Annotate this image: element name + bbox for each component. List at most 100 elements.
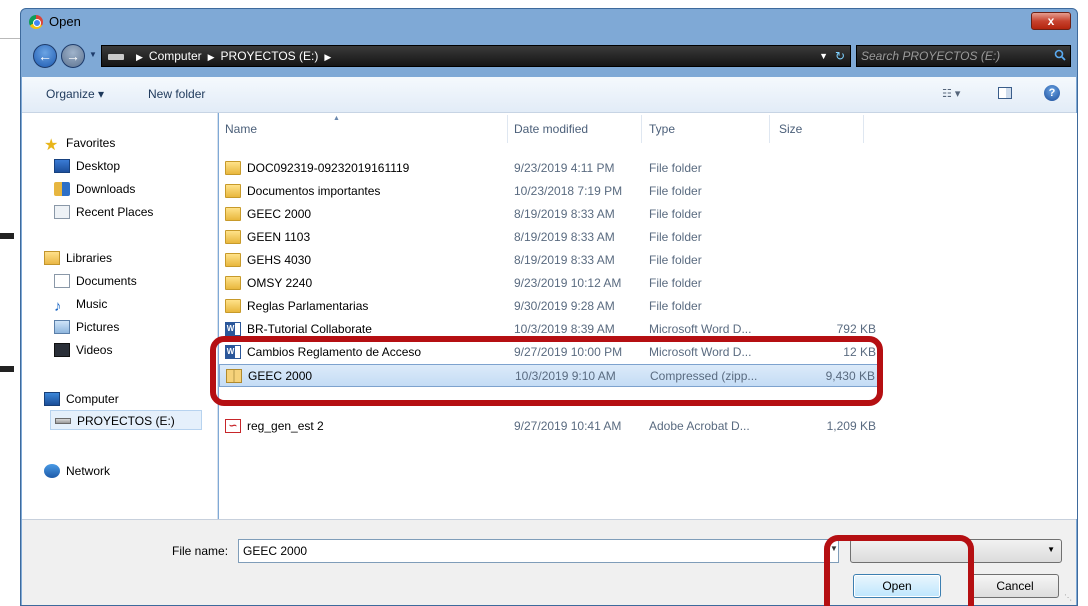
sidebar-item-recent-places[interactable]: Recent Places [54,202,153,222]
background-mark [0,366,14,372]
folder-icon [225,161,241,175]
file-name-field[interactable] [238,539,839,563]
file-list: ▲ Name Date modified Type Size DOC092319… [219,113,1077,519]
breadcrumb-drive[interactable]: PROYECTOS (E:) [221,49,319,63]
downloads-icon [54,182,70,196]
file-type-select[interactable]: ▼ [850,539,1062,563]
sidebar-item-proyectos-drive[interactable]: PROYECTOS (E:) [50,410,202,430]
pdf-icon: ∽ [225,419,241,433]
resize-grip-icon[interactable]: ⋱ [1064,593,1074,603]
sidebar-item-favorites[interactable]: ★ Favorites [44,133,116,154]
navigation-pane: ★ Favorites Desktop Downloads Recent Plac… [22,113,218,519]
change-view-icon[interactable]: ☷ ▾ [942,87,960,100]
sidebar-item-pictures[interactable]: Pictures [54,317,119,337]
dialog-title: Open [49,14,81,29]
open-button[interactable]: Open [853,574,941,598]
breadcrumb-separator-icon: ▶ [136,52,143,62]
sidebar-item-videos[interactable]: Videos [54,340,112,360]
file-row[interactable]: DOC092319-09232019161119 9/23/2019 4:11 … [219,157,879,180]
column-header-name[interactable]: Name [225,122,257,152]
file-name: DOC092319-09232019161119 [247,161,410,175]
cancel-button[interactable]: Cancel [971,574,1059,598]
address-dropdown-icon[interactable]: ▼ [819,46,828,66]
file-size: 9,430 KB [825,369,875,383]
file-date: 9/27/2019 10:41 AM [514,419,622,433]
search-input[interactable] [861,48,1041,64]
file-row[interactable]: BR-Tutorial Collaborate 10/3/2019 8:39 A… [219,318,879,341]
column-divider[interactable] [863,115,864,143]
sidebar-item-label: Computer [66,392,119,406]
breadcrumb-separator-icon[interactable]: ▶ [324,52,331,62]
new-folder-button[interactable]: New folder [148,87,205,101]
search-icon[interactable] [1054,49,1066,61]
file-row[interactable]: Reglas Parlamentarias 9/30/2019 9:28 AM … [219,295,879,318]
sidebar-item-label: Network [66,464,111,478]
file-type: File folder [649,230,702,244]
sidebar-item-documents[interactable]: Documents [54,271,137,291]
help-icon[interactable]: ? [1044,85,1060,101]
file-row[interactable]: GEEN 1103 8/19/2019 8:33 AM File folder [219,226,879,249]
sidebar-item-libraries[interactable]: Libraries [44,248,112,268]
file-size: 1,209 KB [826,419,876,433]
column-divider[interactable] [641,115,642,143]
sidebar-item-network[interactable]: Network [44,461,110,481]
back-button[interactable]: ← [33,44,57,68]
file-row[interactable]: ∽ reg_gen_est 2 9/27/2019 10:41 AM Adobe… [219,415,879,438]
file-size: 12 KB [843,345,876,359]
sidebar-item-label: Downloads [76,182,136,196]
sidebar-item-label: Favorites [66,136,116,150]
forward-button[interactable]: → [61,44,85,68]
file-row[interactable]: Cambios Reglamento de Acceso 9/27/2019 1… [219,341,879,364]
open-file-dialog: Open x ← → ▼ ▶ Computer ▶ PROYECTOS (E:) ▶ ▼… [20,8,1078,606]
sidebar-item-downloads[interactable]: Downloads [54,179,135,199]
sidebar-item-label: Music [76,297,108,311]
pictures-icon [54,320,70,334]
folder-icon [225,299,241,313]
column-header-size[interactable]: Size [779,122,802,152]
file-type: File folder [649,207,702,221]
file-size: 792 KB [836,322,876,336]
sidebar-item-computer[interactable]: Computer [44,389,119,409]
word-doc-icon [225,345,241,359]
file-name: Reglas Parlamentarias [247,299,369,313]
column-header-date[interactable]: Date modified [514,122,588,152]
file-row[interactable]: GEHS 4030 8/19/2019 8:33 AM File folder [219,249,879,272]
search-box [856,45,1071,67]
file-row[interactable]: GEEC 2000 8/19/2019 8:33 AM File folder [219,203,879,226]
column-divider[interactable] [507,115,508,143]
column-header-type[interactable]: Type [649,122,675,152]
file-row-selected[interactable]: GEEC 2000 10/3/2019 9:10 AM Compressed (… [219,364,879,387]
file-date: 9/23/2019 4:11 PM [514,161,615,175]
libraries-icon [44,251,60,265]
refresh-icon[interactable]: ↻ [832,48,848,64]
folder-icon [225,276,241,290]
music-icon: ♪ [54,298,62,315]
organize-button[interactable]: Organize ▾ [46,87,104,101]
folder-icon [225,230,241,244]
file-type: File folder [649,276,702,290]
breadcrumb-separator-icon: ▶ [207,52,215,62]
file-date: 9/30/2019 9:28 AM [514,299,615,313]
recent-locations-dropdown-icon[interactable]: ▼ [89,50,99,60]
file-row[interactable]: OMSY 2240 9/23/2019 10:12 AM File folder [219,272,879,295]
preview-pane-icon[interactable] [998,87,1012,99]
file-type: Microsoft Word D... [649,322,752,336]
file-type: Adobe Acrobat D... [649,419,750,433]
command-toolbar: Organize ▾ New folder ☷ ▾ ? [22,77,1076,113]
sidebar-item-music[interactable]: ♪ Music [54,294,107,314]
word-doc-icon [225,322,241,336]
file-date: 10/3/2019 8:39 AM [514,322,615,336]
file-row[interactable]: Documentos importantes 10/23/2018 7:19 P… [219,180,879,203]
sort-ascending-icon: ▲ [333,115,340,122]
breadcrumb-computer[interactable]: Computer [149,49,202,63]
sidebar-item-desktop[interactable]: Desktop [54,156,120,176]
file-name-dropdown-icon[interactable]: ▼ [830,544,838,553]
file-name: GEEC 2000 [247,207,312,221]
sidebar-item-label: Libraries [66,251,113,265]
drive-icon [55,418,71,424]
close-button[interactable]: x [1031,12,1071,30]
address-bar[interactable]: ▶ Computer ▶ PROYECTOS (E:) ▶ ▼ ↻ [101,45,851,67]
file-name: GEEC 2000 [248,369,313,383]
column-divider[interactable] [769,115,770,143]
network-icon [44,464,60,478]
